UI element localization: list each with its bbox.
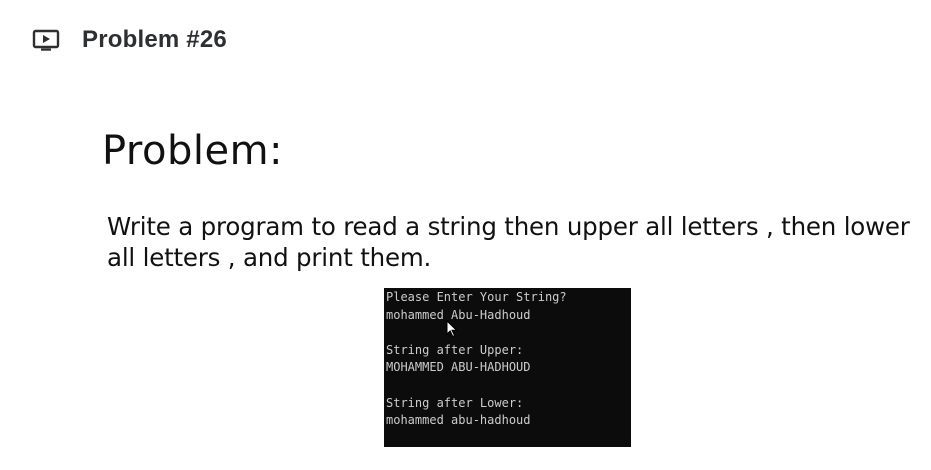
console-line: String after Upper:: [386, 342, 524, 357]
video-play-icon: [32, 29, 60, 51]
mouse-pointer-icon: [446, 319, 458, 338]
console-line: MOHAMMED ABU-HADHOUD: [386, 360, 531, 375]
console-line: mohammed abu-hadhoud: [386, 413, 531, 428]
lecture-header: Problem #26: [32, 26, 227, 54]
lecture-title: Problem #26: [82, 26, 227, 53]
console-line: mohammed Abu-Hadhoud: [386, 307, 531, 322]
console-output: Please Enter Your String? mohammed Abu-H…: [384, 288, 631, 447]
slide-heading: Problem:: [102, 128, 284, 174]
problem-description: Write a program to read a string then up…: [107, 212, 910, 272]
console-line: Please Enter Your String?: [386, 290, 567, 304]
console-line: String after Lower:: [386, 395, 524, 410]
